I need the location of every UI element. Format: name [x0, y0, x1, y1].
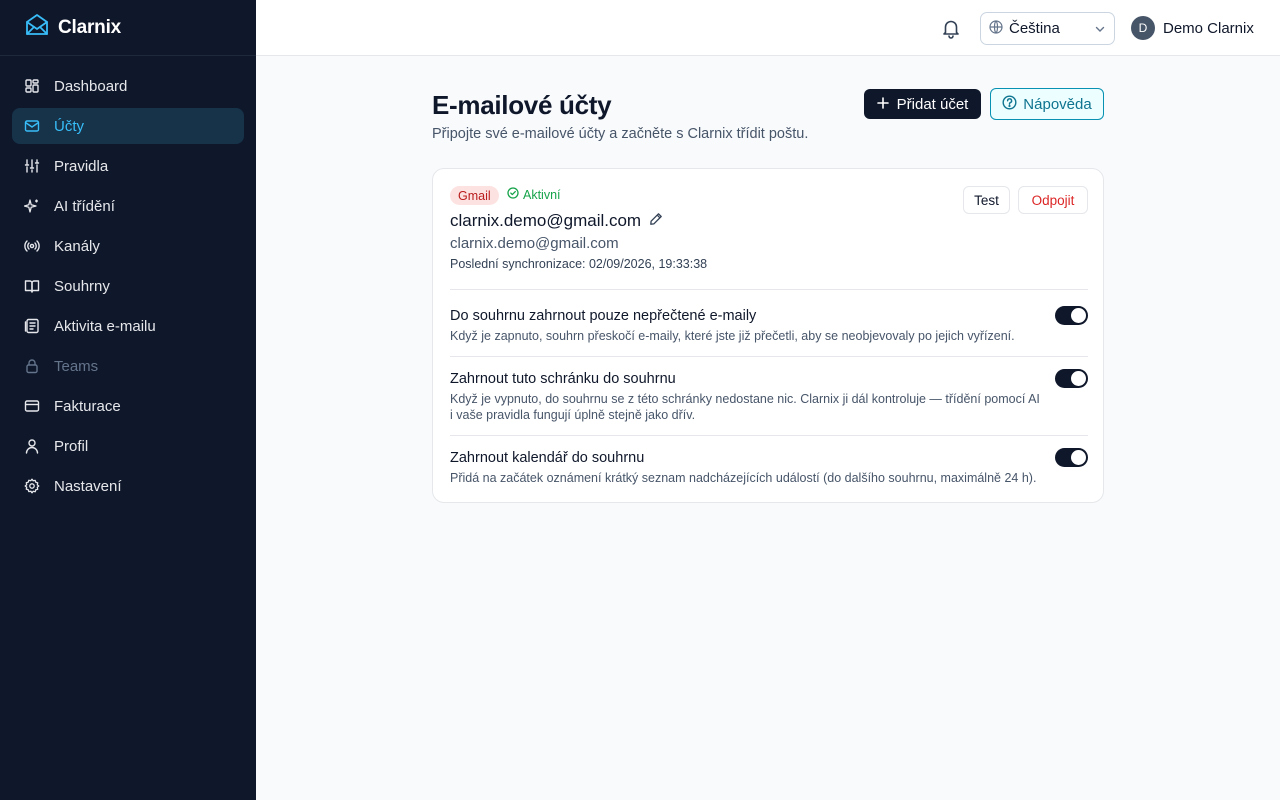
sidebar-item-billing[interactable]: Fakturace [12, 388, 244, 424]
divider [450, 435, 1088, 436]
brand[interactable]: Clarnix [0, 0, 256, 56]
status-text: Aktivní [523, 187, 561, 202]
test-button[interactable]: Test [963, 186, 1010, 214]
sidebar-nav: Dashboard Účty Pravidla AI třídění Kanál… [0, 56, 256, 520]
brand-name: Clarnix [58, 16, 122, 38]
sidebar-item-accounts[interactable]: Účty [12, 108, 244, 144]
user-menu[interactable]: D Demo Clarnix [1131, 16, 1254, 40]
toggle-knob [1071, 450, 1086, 465]
mail-icon [24, 118, 40, 134]
sidebar-item-label: Dashboard [54, 77, 128, 95]
sidebar-item-label: Kanály [54, 237, 100, 255]
sidebar-item-label: Souhrny [54, 277, 110, 295]
plus-icon [876, 96, 889, 113]
setting-title-include-mailbox: Zahrnout tuto schránku do souhrnu [450, 371, 676, 387]
sparkles-icon [24, 198, 40, 214]
add-account-label: Přidat účet [896, 95, 969, 113]
dashboard-icon [24, 78, 40, 94]
bell-icon[interactable] [940, 17, 962, 39]
toggle-include-mailbox[interactable] [1055, 369, 1088, 388]
divider [450, 356, 1088, 357]
sidebar-item-label: Účty [54, 117, 84, 135]
sidebar-item-ai-sorting[interactable]: AI třídění [12, 188, 244, 224]
credit-card-icon [24, 398, 40, 414]
check-circle-icon [507, 187, 519, 202]
disconnect-button[interactable]: Odpojit [1018, 186, 1088, 214]
divider [450, 289, 1088, 290]
sidebar-item-digests[interactable]: Souhrny [12, 268, 244, 304]
sidebar-item-email-activity[interactable]: Aktivita e-mailu [12, 308, 244, 344]
book-icon [24, 278, 40, 294]
sidebar-item-dashboard[interactable]: Dashboard [12, 68, 244, 104]
account-email-secondary: clarnix.demo@gmail.com [450, 235, 619, 252]
status-badge: Aktivní [507, 187, 561, 202]
sidebar-item-channels[interactable]: Kanály [12, 228, 244, 264]
toggle-knob [1071, 371, 1086, 386]
setting-desc-unread-only: Když je zapnuto, souhrn přeskočí e-maily… [450, 329, 1015, 343]
gear-icon [24, 478, 40, 494]
sidebar-item-label: Nastavení [54, 477, 122, 495]
sidebar: Clarnix Dashboard Účty Pravidla AI třídě… [0, 0, 256, 800]
language-select[interactable]: Čeština [980, 12, 1115, 45]
setting-desc-include-calendar: Přidá na začátek oznámení krátký seznam … [450, 471, 1037, 485]
provider-badge: Gmail [450, 186, 499, 205]
account-email-text: clarnix.demo@gmail.com [450, 211, 642, 230]
clarnix-logo-icon [24, 12, 50, 43]
toggle-knob [1071, 308, 1086, 323]
sliders-icon [24, 158, 40, 174]
account-email: clarnix.demo@gmail.com [450, 211, 663, 231]
help-label: Nápověda [1023, 95, 1092, 113]
chevron-down-icon [1094, 22, 1106, 39]
radio-icon [24, 238, 40, 254]
user-icon [24, 438, 40, 454]
activity-list-icon [24, 318, 40, 334]
add-account-button[interactable]: Přidat účet [864, 89, 981, 119]
page-title: E-mailové účty [432, 90, 612, 120]
page-subtitle: Připojte své e-mailové účty a začněte s … [432, 126, 809, 142]
sidebar-item-settings[interactable]: Nastavení [12, 468, 244, 504]
globe-icon [989, 19, 1003, 38]
sidebar-item-profile[interactable]: Profil [12, 428, 244, 464]
toggle-include-calendar[interactable] [1055, 448, 1088, 467]
sidebar-item-label: Fakturace [54, 397, 121, 415]
help-circle-icon [1002, 94, 1017, 114]
avatar: D [1131, 16, 1155, 40]
sidebar-item-teams[interactable]: Teams [12, 348, 244, 384]
sidebar-item-label: Pravidla [54, 157, 109, 175]
pencil-icon[interactable] [649, 211, 663, 231]
setting-desc-include-mailbox: Když je vypnuto, do souhrnu se z této sc… [450, 392, 1040, 422]
top-header [256, 0, 1280, 56]
help-button[interactable]: Nápověda [990, 88, 1104, 120]
user-name: Demo Clarnix [1163, 19, 1254, 37]
setting-title-unread-only: Do souhrnu zahrnout pouze nepřečtené e-m… [450, 308, 757, 324]
sidebar-item-label: Aktivita e-mailu [54, 317, 156, 335]
setting-title-include-calendar: Zahrnout kalendář do souhrnu [450, 450, 645, 466]
sidebar-item-label: AI třídění [54, 197, 115, 215]
lock-icon [24, 358, 40, 374]
language-value: Čeština [1009, 20, 1060, 37]
sidebar-item-rules[interactable]: Pravidla [12, 148, 244, 184]
account-card: Gmail Aktivní clarnix.demo@gmail.com cla… [432, 168, 1104, 503]
last-sync: Poslední synchronizace: 02/09/2026, 19:3… [450, 257, 708, 271]
toggle-unread-only[interactable] [1055, 306, 1088, 325]
sidebar-item-label: Teams [54, 357, 99, 375]
sidebar-item-label: Profil [54, 437, 89, 455]
